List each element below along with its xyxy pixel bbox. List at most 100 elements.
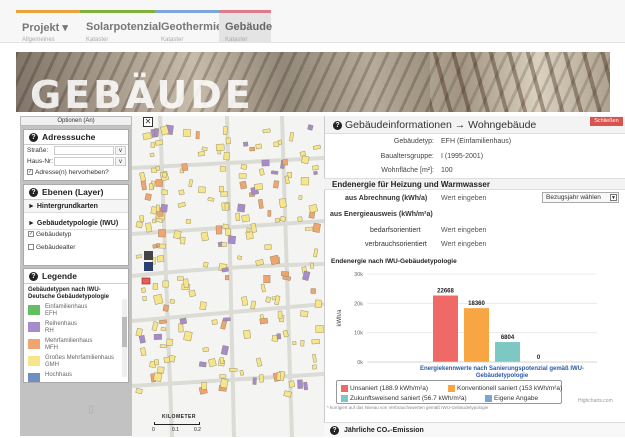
building-age-checkbox[interactable] (28, 244, 34, 251)
map-building (169, 299, 175, 304)
close-button[interactable]: Schließen (590, 117, 623, 126)
map-building (163, 356, 171, 364)
map-building (138, 334, 146, 344)
map-building (135, 254, 142, 259)
map-building (312, 222, 321, 233)
help-icon[interactable]: ? (333, 121, 342, 130)
scrollbar-thumb[interactable] (122, 317, 127, 347)
legend-item-name: Großes Mehrfamilienhaus (45, 355, 115, 361)
help-icon[interactable]: ? (330, 426, 339, 435)
map-building (162, 304, 169, 312)
layer-background-maps[interactable]: ► Hintergrundkarten (24, 200, 128, 213)
energy-section-title: Endenergie für Heizung und Warmwasser (324, 178, 625, 190)
legend-swatch (485, 395, 492, 402)
map-building (202, 347, 209, 353)
map-view[interactable] (132, 116, 324, 437)
map-building (237, 203, 246, 213)
check-building-type-row[interactable]: ✓ Gebäudetyp (24, 230, 128, 240)
chart-credits[interactable]: Highcharts.com (578, 398, 613, 404)
map-building (156, 255, 165, 263)
map-building (264, 244, 272, 250)
map-building (312, 165, 319, 171)
map-building (223, 317, 231, 322)
highlight-label: Adresse(n) hervorheben? (35, 169, 109, 176)
map-building (197, 150, 206, 157)
help-icon[interactable]: ? (29, 188, 38, 197)
nav-tab-projekt[interactable]: Projekt ▾ Allgemeines (16, 10, 80, 43)
layer-building-typology[interactable]: ► Gebäudetypologie (IWU) (24, 217, 128, 230)
layers-header[interactable]: ? Ebenen (Layer) (24, 185, 128, 200)
map-building (311, 364, 317, 370)
map-building (227, 235, 237, 245)
panel-collapse-icon[interactable]: ▯ (88, 404, 94, 415)
street-dropdown-button[interactable]: v (115, 146, 126, 155)
tab-label: Gebäude (225, 21, 273, 33)
legend-header[interactable]: ? Legende (24, 269, 128, 284)
year-select[interactable]: Bezugsjahr wählen ▼ (542, 192, 619, 203)
map-building (183, 278, 190, 288)
housenr-dropdown-button[interactable]: v (115, 157, 126, 166)
housenr-input[interactable] (54, 157, 114, 166)
address-search-header[interactable]: ? Adresssuche (24, 130, 128, 145)
field-key: Baualtersgruppe: (380, 153, 434, 160)
map-building (255, 143, 263, 150)
map-layer-icon[interactable] (144, 262, 153, 271)
map-building (153, 128, 160, 137)
abrechnung-label: aus Abrechnung (kWh/a) (345, 195, 428, 202)
field-living-area: Wohnfläche [m²]: (330, 167, 434, 177)
abrechnung-input[interactable]: Wert eingeben (441, 195, 486, 202)
y-tick-label: 10k (354, 331, 363, 337)
map-building (259, 317, 269, 325)
ausweis-label: aus Energieausweis (kWh/m²a) (330, 211, 433, 218)
check-building-age-row[interactable]: Gebäudealter (24, 243, 128, 253)
legend-swatch (341, 395, 348, 402)
options-tab[interactable]: Optionen (An) (20, 116, 132, 126)
co2-title: Jährliche CO₂-Emission (344, 427, 424, 434)
map-building (144, 193, 152, 201)
x-axis-label: Energiekennwerte nach Sanierungspotenzia… (420, 366, 584, 372)
map-building (258, 168, 265, 176)
map-building (304, 226, 314, 231)
map-building (314, 299, 322, 308)
map-fullscreen-icon[interactable]: ✕ (143, 117, 153, 127)
map-building (308, 211, 316, 219)
map-building (135, 327, 143, 337)
legend-entry-text: Unsaniert (188.9 kWh/m²a) (350, 385, 429, 392)
map-building (179, 317, 188, 325)
legend-swatch (448, 385, 455, 392)
help-icon[interactable]: ? (29, 133, 38, 142)
nav-tab-geothermie[interactable]: Geothermie Kataster (155, 10, 222, 43)
map-building (258, 374, 264, 383)
help-icon[interactable]: ? (29, 272, 38, 281)
map-building (152, 282, 158, 290)
map-building (238, 173, 247, 179)
highlight-checkbox[interactable]: ✓ (27, 169, 33, 176)
map-building (252, 377, 257, 385)
map-building (289, 132, 294, 142)
street-row: Straße: v (24, 145, 128, 156)
legend-item-name: Einfamilienhaus (45, 304, 88, 310)
map-building (160, 203, 168, 213)
tab-sublabel: Allgemeines (22, 37, 55, 43)
map-building (158, 229, 166, 238)
map-building (188, 289, 196, 298)
map-canvas[interactable] (132, 116, 324, 437)
nav-tab-gebaeude[interactable]: Gebäude Kataster (219, 10, 273, 43)
page-banner: GEBÄUDE (16, 52, 610, 112)
co2-section-title[interactable]: ? Jährliche CO₂-Emission (324, 422, 625, 437)
map-building (310, 288, 316, 294)
map-building (255, 357, 263, 367)
map-locate-icon[interactable] (144, 251, 153, 260)
nav-tab-solarpotenzial[interactable]: Solarpotenzial Kataster (80, 10, 161, 43)
legend-item-code: MFH (45, 344, 58, 351)
building-type-checkbox[interactable]: ✓ (28, 231, 34, 238)
street-input[interactable] (54, 146, 114, 155)
bedarf-input[interactable]: Wert eingeben (441, 227, 486, 234)
legend-item: Einfamilienhaus EFH (24, 303, 128, 320)
layers-title: Ebenen (Layer) (42, 187, 104, 197)
verbrauch-input[interactable]: Wert eingeben (441, 241, 486, 248)
map-building (221, 242, 227, 248)
building-age-label: Gebäudealter (36, 244, 76, 251)
map-building (267, 210, 272, 217)
legend-scrollbar[interactable] (122, 299, 127, 377)
